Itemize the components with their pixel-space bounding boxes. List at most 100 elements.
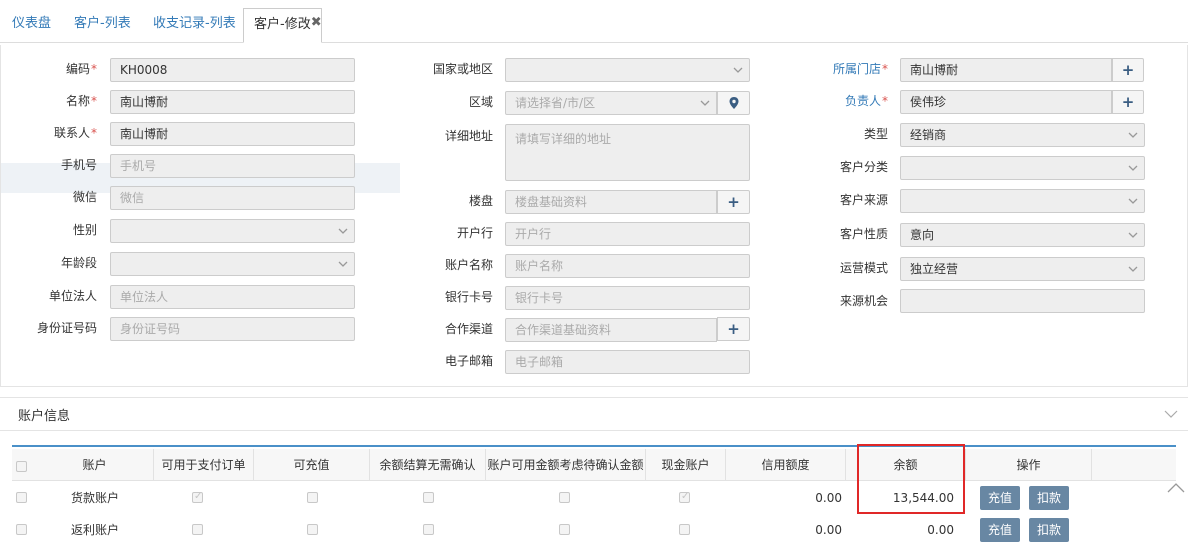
rechargeable-checkbox <box>307 492 318 503</box>
source-select[interactable] <box>900 189 1145 213</box>
col-account: 账户 <box>36 449 154 481</box>
tab-dashboard[interactable]: 仪表盘 <box>12 10 51 38</box>
recharge-button[interactable]: 充值 <box>980 486 1021 510</box>
check-icon: ✓ <box>194 491 203 502</box>
col-credit: 信用额度 <box>726 449 846 481</box>
nature-label: 客户性质 <box>839 227 888 241</box>
no-confirm-checkbox <box>423 492 434 503</box>
region-select[interactable]: 请选择省/市/区 <box>505 91 717 115</box>
balance-value: 0.00 <box>927 523 954 537</box>
building-label: 楼盘 <box>468 194 493 208</box>
payable-checkbox: ✓ <box>192 491 203 503</box>
credit-value: 0.00 <box>815 491 842 505</box>
country-select[interactable] <box>505 58 750 82</box>
store-label[interactable]: 所属门店* <box>791 58 888 80</box>
col-consider-pending: 账户可用金额考虑待确认金额 <box>486 449 646 481</box>
mobile-label: 手机号 <box>60 158 97 172</box>
nature-value: 意向 <box>910 228 935 242</box>
bank-card-field[interactable]: 银行卡号 <box>505 286 750 310</box>
no-confirm-checkbox <box>423 524 434 535</box>
chevron-down-icon <box>700 98 710 108</box>
col-payable: 可用于支付订单 <box>154 449 254 481</box>
gender-select[interactable] <box>110 219 355 243</box>
scroll-to-top-icon[interactable] <box>1166 480 1186 497</box>
legal-person-field[interactable]: 单位法人 <box>110 285 355 309</box>
col-cash-account: 现金账户 <box>646 449 726 481</box>
bank-label: 开户行 <box>456 226 493 240</box>
account-section-header[interactable]: 账户信息 <box>0 397 1188 431</box>
account-name-field[interactable]: 账户名称 <box>505 254 750 278</box>
age-group-select[interactable] <box>110 252 355 276</box>
mobile-field[interactable]: 手机号 <box>110 154 355 178</box>
add-building-button[interactable]: + <box>717 190 750 214</box>
account-name: 货款账户 <box>70 491 119 505</box>
chevron-down-icon[interactable] <box>1164 408 1178 422</box>
payable-checkbox <box>192 524 203 535</box>
chevron-down-icon <box>1128 196 1138 206</box>
add-store-button[interactable]: + <box>1112 58 1144 82</box>
chevron-down-icon <box>1128 130 1138 140</box>
map-pin-icon <box>729 95 739 113</box>
chevron-down-icon <box>1128 264 1138 274</box>
category-select[interactable] <box>900 156 1145 180</box>
add-owner-button[interactable]: + <box>1112 90 1144 114</box>
age-group-label: 年龄段 <box>60 256 97 270</box>
address-label: 详细地址 <box>444 129 493 143</box>
tab-transaction-list[interactable]: 收支记录-列表 <box>153 10 236 38</box>
consider-pending-checkbox <box>559 524 570 535</box>
contact-label: 联系人* <box>53 126 97 140</box>
col-rechargeable: 可充值 <box>254 449 370 481</box>
col-actions: 操作 <box>966 449 1092 481</box>
close-icon[interactable]: ✖ <box>311 7 322 39</box>
email-field[interactable]: 电子邮箱 <box>505 350 750 374</box>
building-field[interactable]: 楼盘基础资料 <box>505 190 717 214</box>
row-checkbox[interactable] <box>16 492 27 503</box>
store-field[interactable]: 南山博耐 <box>900 58 1112 82</box>
bank-card-label: 银行卡号 <box>444 290 493 304</box>
contact-field[interactable]: 南山博耐 <box>110 122 355 146</box>
tab-label: 客户-修改 <box>254 17 311 32</box>
chevron-down-icon <box>1128 230 1138 240</box>
map-pin-button[interactable] <box>717 91 750 115</box>
deduct-button[interactable]: 扣款 <box>1029 518 1070 542</box>
mode-label: 运营模式 <box>839 261 888 275</box>
cash-account-checkbox <box>679 524 690 535</box>
account-name-label: 账户名称 <box>444 258 493 272</box>
mode-select[interactable]: 独立经营 <box>900 257 1145 281</box>
account-name: 返利账户 <box>70 523 119 537</box>
chevron-down-icon <box>1128 163 1138 173</box>
code-field[interactable]: KH0008 <box>110 58 355 82</box>
code-label: 编码* <box>65 62 97 76</box>
type-label: 类型 <box>863 127 888 141</box>
nature-select[interactable]: 意向 <box>900 223 1145 247</box>
row-checkbox[interactable] <box>16 524 27 535</box>
recharge-button[interactable]: 充值 <box>980 518 1021 542</box>
address-textarea[interactable]: 请填写详细的地址 <box>505 124 750 181</box>
type-value: 经销商 <box>910 128 947 142</box>
name-label: 名称* <box>65 94 97 108</box>
tab-bar: 仪表盘 客户-列表 收支记录-列表 客户-修改 ✖ <box>0 0 1188 43</box>
owner-field[interactable]: 侯伟珍 <box>900 90 1112 114</box>
chevron-down-icon <box>338 259 348 269</box>
id-number-label: 身份证号码 <box>36 321 97 335</box>
id-number-field[interactable]: 身份证号码 <box>110 317 355 341</box>
channel-field[interactable]: 合作渠道基础资料 <box>505 318 717 342</box>
region-label: 区域 <box>468 95 493 109</box>
bank-field[interactable]: 开户行 <box>505 222 750 246</box>
wechat-field[interactable]: 微信 <box>110 186 355 210</box>
owner-label[interactable]: 负责人* <box>791 90 888 112</box>
account-table: 账户 可用于支付订单 可充值 余额结算无需确认 账户可用金额考虑待确认金额 现金… <box>12 445 1176 542</box>
opportunity-field[interactable] <box>900 289 1145 313</box>
select-all-checkbox[interactable] <box>16 461 27 472</box>
type-select[interactable]: 经销商 <box>900 123 1145 147</box>
name-field[interactable]: 南山博耐 <box>110 90 355 114</box>
tab-customer-edit[interactable]: 客户-修改 ✖ <box>243 8 322 43</box>
consider-pending-checkbox <box>559 492 570 503</box>
channel-label: 合作渠道 <box>444 322 493 336</box>
deduct-button[interactable]: 扣款 <box>1029 486 1070 510</box>
add-channel-button[interactable]: + <box>717 317 750 341</box>
wechat-label: 微信 <box>72 190 97 204</box>
col-no-confirm: 余额结算无需确认 <box>370 449 486 481</box>
tab-customer-list[interactable]: 客户-列表 <box>74 10 131 38</box>
source-label: 客户来源 <box>839 193 888 207</box>
